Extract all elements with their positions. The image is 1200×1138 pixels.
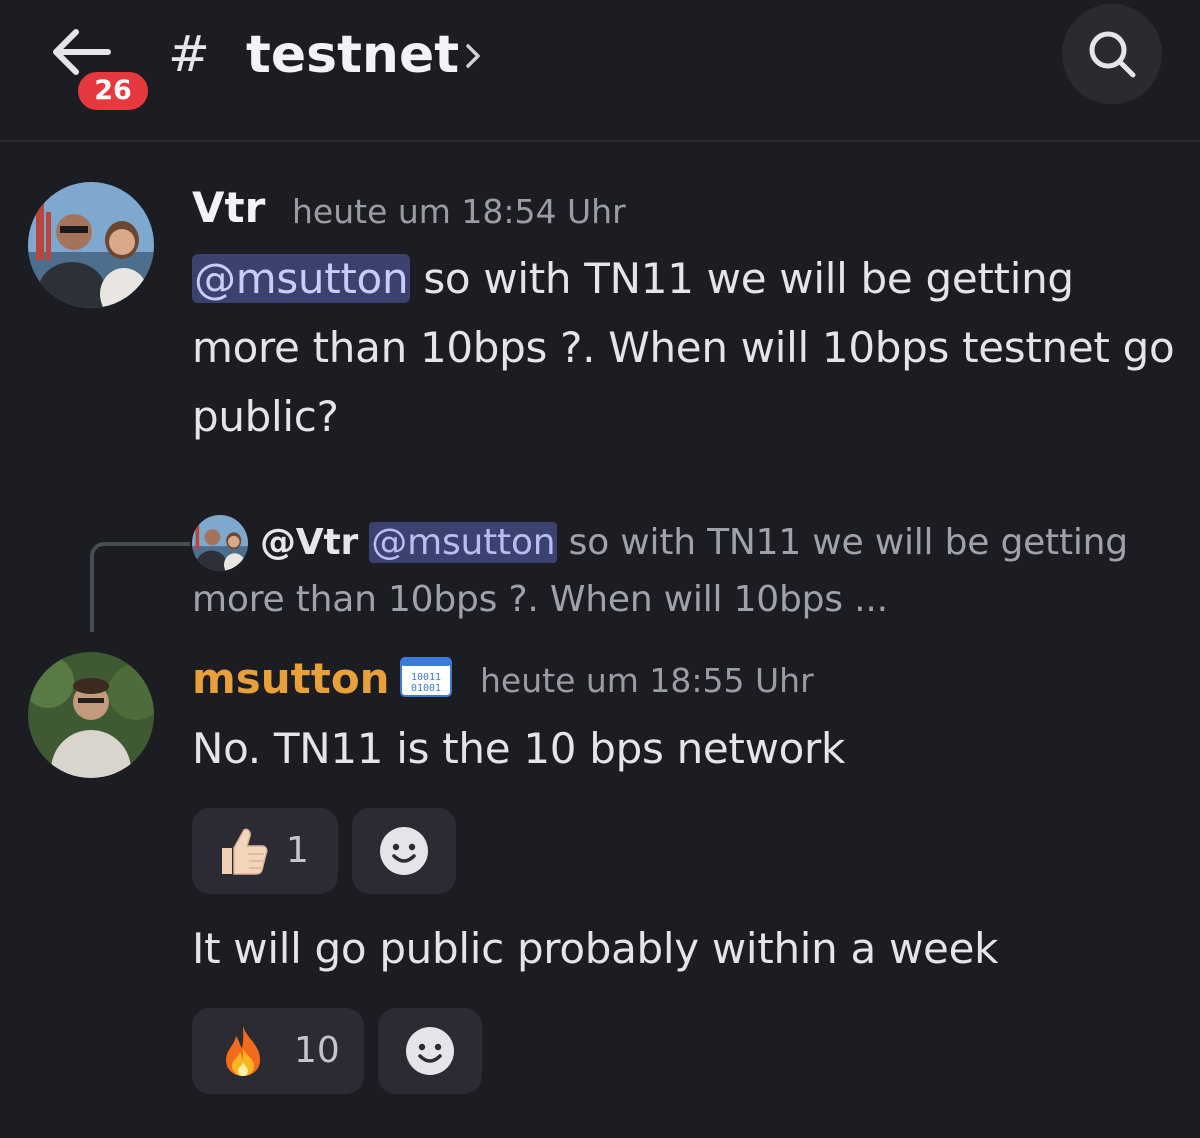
- message-author[interactable]: msutton: [192, 653, 390, 705]
- avatar-photo-icon: [28, 182, 154, 308]
- search-button[interactable]: [1062, 4, 1162, 104]
- message-timestamp: heute um 18:55 Uhr: [480, 661, 814, 700]
- message-author[interactable]: Vtr: [192, 182, 265, 234]
- reply-connector: [90, 542, 190, 632]
- fire-icon: [226, 1026, 260, 1076]
- search-icon: [1089, 31, 1136, 78]
- reaction-fire[interactable]: 10: [192, 1008, 364, 1094]
- add-reaction-button[interactable]: [352, 808, 456, 894]
- unread-count-badge: 26: [74, 68, 152, 114]
- avatar-msutton[interactable]: [28, 652, 154, 778]
- reaction-thumbs-up[interactable]: 1: [192, 808, 338, 894]
- svg-text:01001: 01001: [411, 683, 441, 694]
- reply-preview[interactable]: @Vtr @msutton so with TN11 we will be ge…: [192, 514, 1182, 628]
- chevron-right-icon[interactable]: [462, 36, 486, 76]
- avatar-vtr[interactable]: [28, 182, 154, 308]
- reaction-count: 1: [286, 830, 309, 871]
- reply-mention: @msutton: [369, 522, 558, 563]
- channel-header: 26 # testnet: [0, 0, 1200, 142]
- add-reaction-button[interactable]: [378, 1008, 482, 1094]
- reply-author: @Vtr: [260, 522, 359, 563]
- message-text: It will go public probably within a week: [192, 924, 999, 973]
- channel-title[interactable]: testnet: [246, 20, 459, 90]
- message-text: No. TN11 is the 10 bps network: [192, 724, 846, 773]
- reaction-count: 10: [294, 1030, 340, 1071]
- smiley-icon: [380, 827, 428, 875]
- smiley-icon: [406, 1027, 454, 1075]
- svg-text:10011: 10011: [411, 672, 441, 683]
- thumbs-up-icon: [222, 828, 268, 875]
- binary-code-icon: 10011 01001: [400, 657, 452, 697]
- message-timestamp: heute um 18:54 Uhr: [292, 192, 626, 231]
- avatar-photo-icon: [28, 652, 154, 778]
- message-text: @msutton so with TN11 we will be getting…: [192, 244, 1182, 451]
- user-mention[interactable]: @msutton: [192, 254, 411, 303]
- channel-hash-icon: #: [168, 25, 210, 83]
